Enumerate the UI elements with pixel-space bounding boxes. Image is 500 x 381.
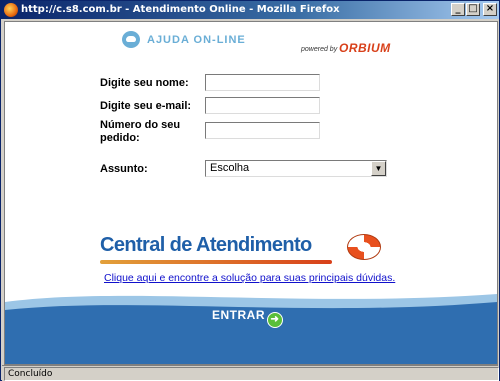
title-bar: http://c.s8.com.br - Atendimento Online … xyxy=(1,1,499,19)
order-label-line1: Número do seu xyxy=(100,119,181,131)
central-atendimento-title: Central de Atendimento xyxy=(100,234,312,256)
email-input[interactable] xyxy=(205,97,320,114)
status-bar: Concluído xyxy=(2,365,499,381)
chevron-down-icon[interactable]: ▼ xyxy=(371,161,386,176)
lifebuoy-icon xyxy=(347,234,381,260)
order-label-line2: pedido: xyxy=(100,132,140,144)
powered-by-text: powered by xyxy=(301,46,338,53)
chat-bubble-icon xyxy=(122,31,140,48)
central-atendimento-logo: Central de Atendimento xyxy=(100,234,400,268)
email-label: Digite seu e-mail: xyxy=(100,100,192,112)
name-input[interactable] xyxy=(205,74,320,91)
minimize-button[interactable]: _ xyxy=(451,3,465,16)
swoosh-decoration xyxy=(100,260,332,264)
page-content: AJUDA ON-LINE powered by ORBIUM Digite s… xyxy=(4,21,498,365)
status-text: Concluído xyxy=(4,367,499,381)
orbium-logo: ORBIUM xyxy=(339,41,391,55)
window-title: http://c.s8.com.br - Atendimento Online … xyxy=(21,4,340,15)
faq-link[interactable]: Clique aqui e encontre a solução para su… xyxy=(104,272,395,284)
browser-window: http://c.s8.com.br - Atendimento Online … xyxy=(0,0,500,381)
subject-label: Assunto: xyxy=(100,163,148,175)
enter-button-label: ENTRAR xyxy=(212,308,265,322)
close-button[interactable]: × xyxy=(483,3,497,16)
order-input[interactable] xyxy=(205,122,320,139)
subject-selected-value: Escolha xyxy=(210,162,250,174)
firefox-icon xyxy=(4,3,18,17)
ajuda-online-heading: AJUDA ON-LINE xyxy=(147,34,246,46)
subject-select[interactable]: Escolha ▼ xyxy=(205,160,387,177)
name-label: Digite seu nome: xyxy=(100,77,189,89)
maximize-button[interactable]: □ xyxy=(466,3,480,16)
enter-button[interactable]: ENTRAR ➜ xyxy=(212,308,283,328)
arrow-right-icon: ➜ xyxy=(267,312,283,328)
